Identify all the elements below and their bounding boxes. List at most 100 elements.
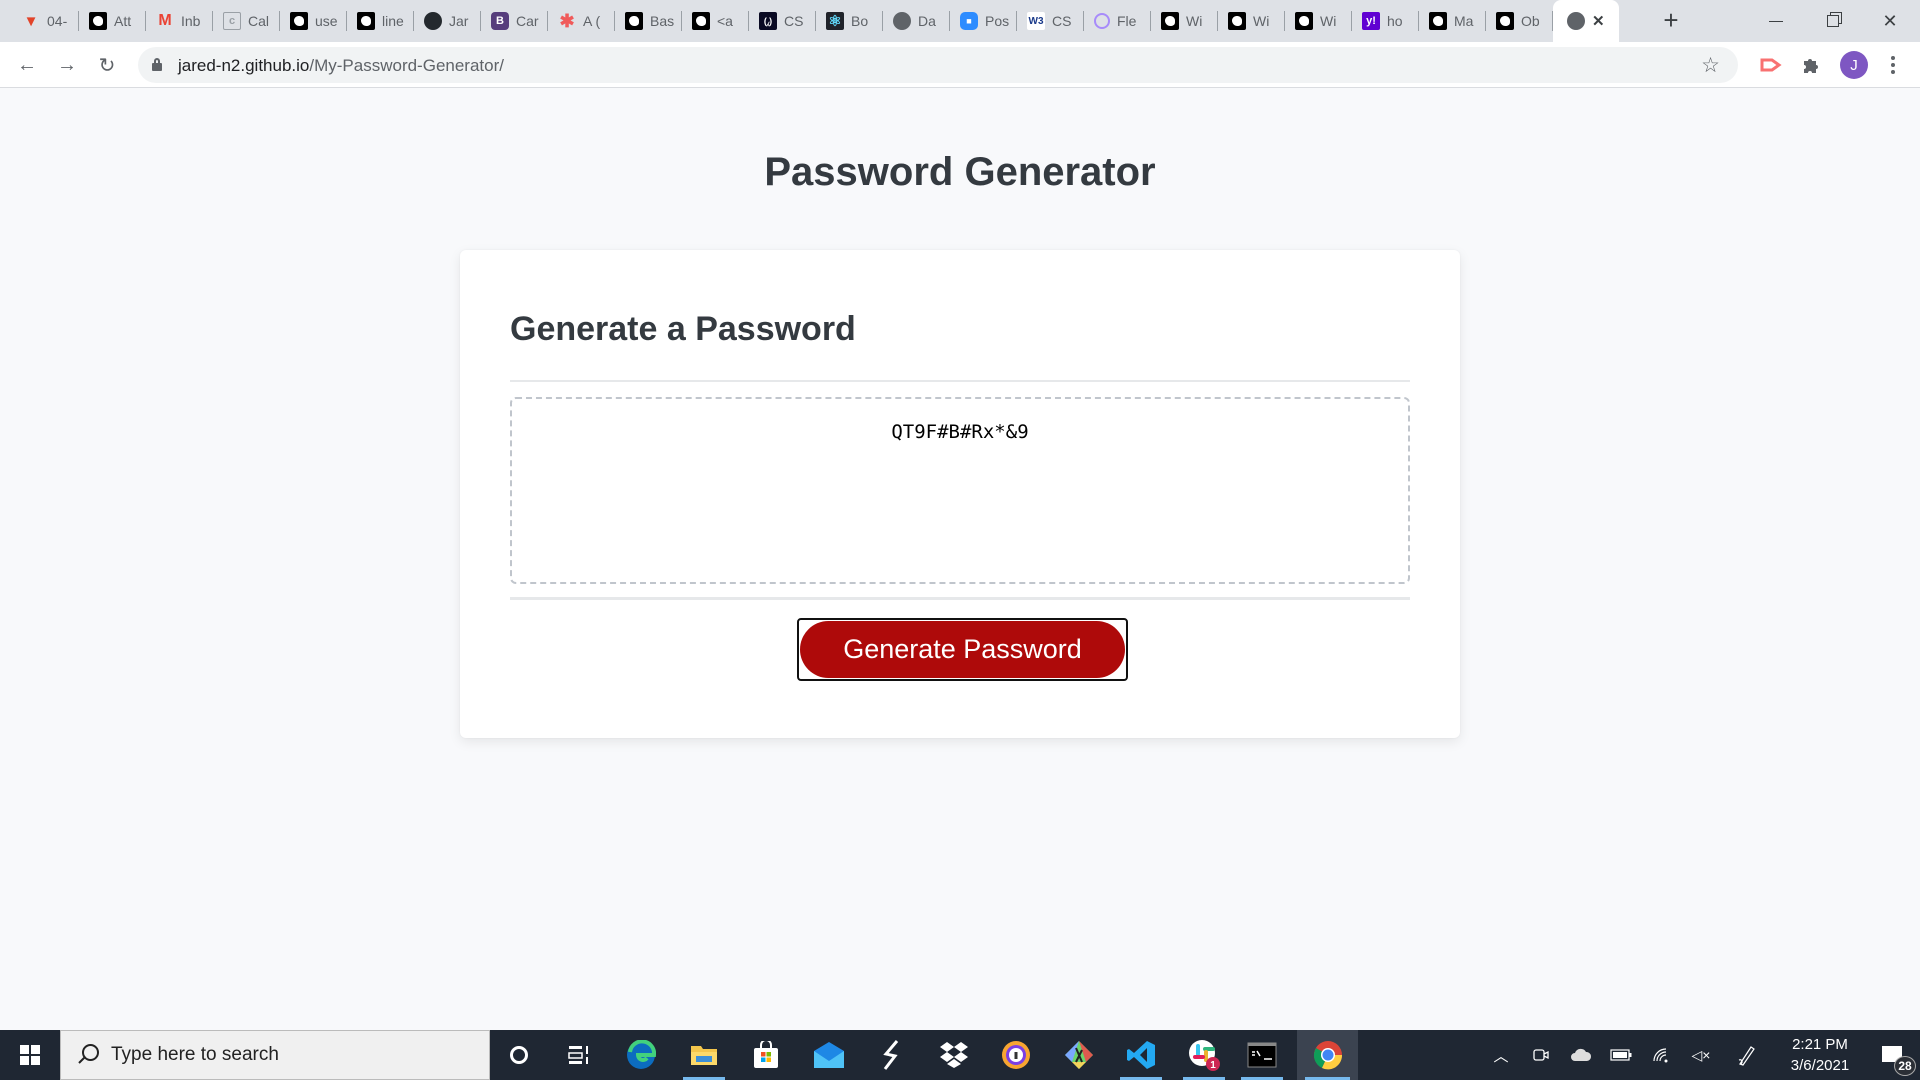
taskbar-app-avast[interactable] bbox=[987, 1030, 1045, 1080]
extension-cast-icon[interactable] bbox=[1758, 52, 1784, 78]
taskbar-app-store[interactable] bbox=[737, 1030, 795, 1080]
taskbar-app-file-explorer[interactable] bbox=[675, 1030, 733, 1080]
minimize-button[interactable] bbox=[1748, 0, 1804, 42]
browser-tab-active[interactable]: ✕ bbox=[1553, 0, 1619, 42]
browser-tab[interactable]: <a bbox=[682, 0, 749, 42]
browser-tab[interactable]: Ma bbox=[1419, 0, 1486, 42]
browser-tab[interactable]: Da bbox=[883, 0, 950, 42]
taskbar-app-mail[interactable] bbox=[800, 1030, 858, 1080]
browser-tab[interactable]: Ob bbox=[1486, 0, 1553, 42]
close-icon: ✕ bbox=[1882, 10, 1898, 31]
browser-tab[interactable]: M Inb bbox=[146, 0, 213, 42]
browser-tab[interactable]: use bbox=[280, 0, 347, 42]
tab-title: A ( bbox=[583, 13, 601, 29]
tab-title: Ob bbox=[1521, 13, 1540, 29]
onedrive-button[interactable] bbox=[1565, 1030, 1597, 1080]
browser-tab[interactable]: Att bbox=[79, 0, 146, 42]
browser-tab[interactable]: y! ho bbox=[1352, 0, 1419, 42]
dropbox-icon bbox=[940, 1042, 968, 1068]
url-text[interactable]: jared-n2.github.io/My-Password-Generator… bbox=[178, 56, 504, 76]
volume-button[interactable]: ◁× bbox=[1685, 1030, 1717, 1080]
restore-button[interactable] bbox=[1805, 0, 1861, 42]
generate-password-button[interactable]: Generate Password bbox=[797, 618, 1128, 681]
chevron-up-icon: ︿ bbox=[1493, 1047, 1509, 1065]
browser-tab[interactable]: ■ Pos bbox=[950, 0, 1017, 42]
tab-title: CS bbox=[784, 13, 804, 29]
tab-title: <a bbox=[717, 13, 733, 29]
extensions-puzzle-icon[interactable] bbox=[1798, 52, 1824, 78]
reload-button[interactable]: ↻ bbox=[92, 50, 122, 80]
arrow-right-icon: → bbox=[57, 53, 77, 76]
pen-workspace-button[interactable] bbox=[1730, 1030, 1762, 1080]
wifi-button[interactable] bbox=[1645, 1030, 1677, 1080]
taskbar-app-dropbox[interactable] bbox=[925, 1030, 983, 1080]
password-card: Generate a Password Generate Password bbox=[460, 250, 1460, 738]
arrow-left-icon: ← bbox=[17, 53, 37, 76]
tab-list: ▼ 04- Att M Inb c Cal use line Jar B Car ✱ A (Bas <a (⁁… bbox=[12, 0, 1619, 42]
address-bar[interactable]: jared-n2.github.io/My-Password-Generator… bbox=[138, 47, 1738, 83]
tab-title: CS bbox=[1052, 13, 1072, 29]
action-center-button[interactable]: 28 bbox=[1872, 1030, 1920, 1080]
taskbar-app-git-tool[interactable] bbox=[1050, 1030, 1108, 1080]
tab-title: Fle bbox=[1117, 13, 1137, 29]
close-window-button[interactable]: ✕ bbox=[1862, 0, 1918, 42]
taskbar-app-s-editor[interactable] bbox=[862, 1030, 920, 1080]
cortana-button[interactable] bbox=[490, 1030, 548, 1080]
browser-tab[interactable]: c Cal bbox=[213, 0, 280, 42]
gmail-icon: M bbox=[158, 12, 172, 29]
task-view-button[interactable] bbox=[550, 1030, 608, 1080]
browser-tab-strip: ▼ 04- Att M Inb c Cal use line Jar B Car ✱ A (Bas <a (⁁… bbox=[0, 0, 1920, 42]
browser-tab[interactable]: ✱ A ( bbox=[548, 0, 615, 42]
browser-tab[interactable]: ⚛ Bo bbox=[816, 0, 883, 42]
close-tab-icon[interactable]: ✕ bbox=[1592, 12, 1605, 30]
browser-menu-icon[interactable] bbox=[1884, 52, 1902, 78]
taskbar-app-slack[interactable]: 1 bbox=[1175, 1030, 1233, 1080]
freecodecamp-icon: (⁁) bbox=[759, 12, 777, 30]
avast-browser-icon bbox=[1002, 1041, 1030, 1069]
back-button[interactable]: ← bbox=[12, 50, 42, 80]
github-octocat-bw-icon bbox=[290, 12, 308, 30]
battery-button[interactable] bbox=[1605, 1030, 1637, 1080]
taskbar-app-terminal[interactable] bbox=[1233, 1030, 1291, 1080]
browser-tab[interactable]: Wi bbox=[1285, 0, 1352, 42]
windows-logo-icon bbox=[20, 1045, 40, 1065]
taskbar-app-chrome[interactable] bbox=[1297, 1030, 1358, 1080]
tab-title: Jar bbox=[449, 13, 469, 29]
url-path: /My-Password-Generator/ bbox=[309, 56, 504, 75]
browser-tab[interactable]: line bbox=[347, 0, 414, 42]
taskbar-search-box[interactable]: Type here to search bbox=[60, 1030, 490, 1080]
vscode-icon bbox=[1127, 1041, 1155, 1069]
meet-now-button[interactable] bbox=[1525, 1030, 1557, 1080]
start-button[interactable] bbox=[0, 1030, 60, 1080]
tab-title: Pos bbox=[985, 13, 1009, 29]
card-header: Generate a Password bbox=[510, 310, 1410, 382]
folder-icon bbox=[691, 1046, 717, 1065]
chrome-icon bbox=[1313, 1041, 1342, 1070]
show-hidden-icons-button[interactable]: ︿ bbox=[1487, 1030, 1515, 1080]
taskbar-app-edge[interactable] bbox=[612, 1030, 670, 1080]
browser-tab[interactable]: Bas bbox=[615, 0, 682, 42]
wifi-icon bbox=[1653, 1048, 1668, 1063]
github-octocat-bw-icon bbox=[1295, 12, 1313, 30]
github-icon bbox=[424, 12, 442, 30]
react-icon: ⚛ bbox=[826, 12, 844, 30]
forward-button[interactable]: → bbox=[52, 50, 82, 80]
profile-avatar[interactable]: J bbox=[1840, 51, 1868, 79]
password-output[interactable] bbox=[510, 397, 1410, 584]
taskbar-app-vscode[interactable] bbox=[1112, 1030, 1170, 1080]
browser-tab[interactable]: Jar bbox=[414, 0, 481, 42]
browser-tab[interactable]: B Car bbox=[481, 0, 548, 42]
globe-icon bbox=[893, 12, 911, 30]
browser-tab[interactable]: W3 CS bbox=[1017, 0, 1084, 42]
bookmark-star-icon[interactable]: ☆ bbox=[1701, 53, 1720, 78]
browser-tab[interactable]: Fle bbox=[1084, 0, 1151, 42]
browser-tab[interactable]: Wi bbox=[1218, 0, 1285, 42]
browser-tab[interactable]: ▼ 04- bbox=[12, 0, 79, 42]
search-placeholder: Type here to search bbox=[111, 1044, 279, 1065]
new-tab-button[interactable]: + bbox=[1656, 6, 1686, 36]
browser-tab[interactable]: Wi bbox=[1151, 0, 1218, 42]
system-clock[interactable]: 2:21 PM 3/6/2021 bbox=[1770, 1034, 1870, 1076]
tab-title: Bo bbox=[851, 13, 869, 29]
volume-muted-icon: ◁× bbox=[1691, 1046, 1711, 1063]
browser-tab[interactable]: (⁁) CS bbox=[749, 0, 816, 42]
